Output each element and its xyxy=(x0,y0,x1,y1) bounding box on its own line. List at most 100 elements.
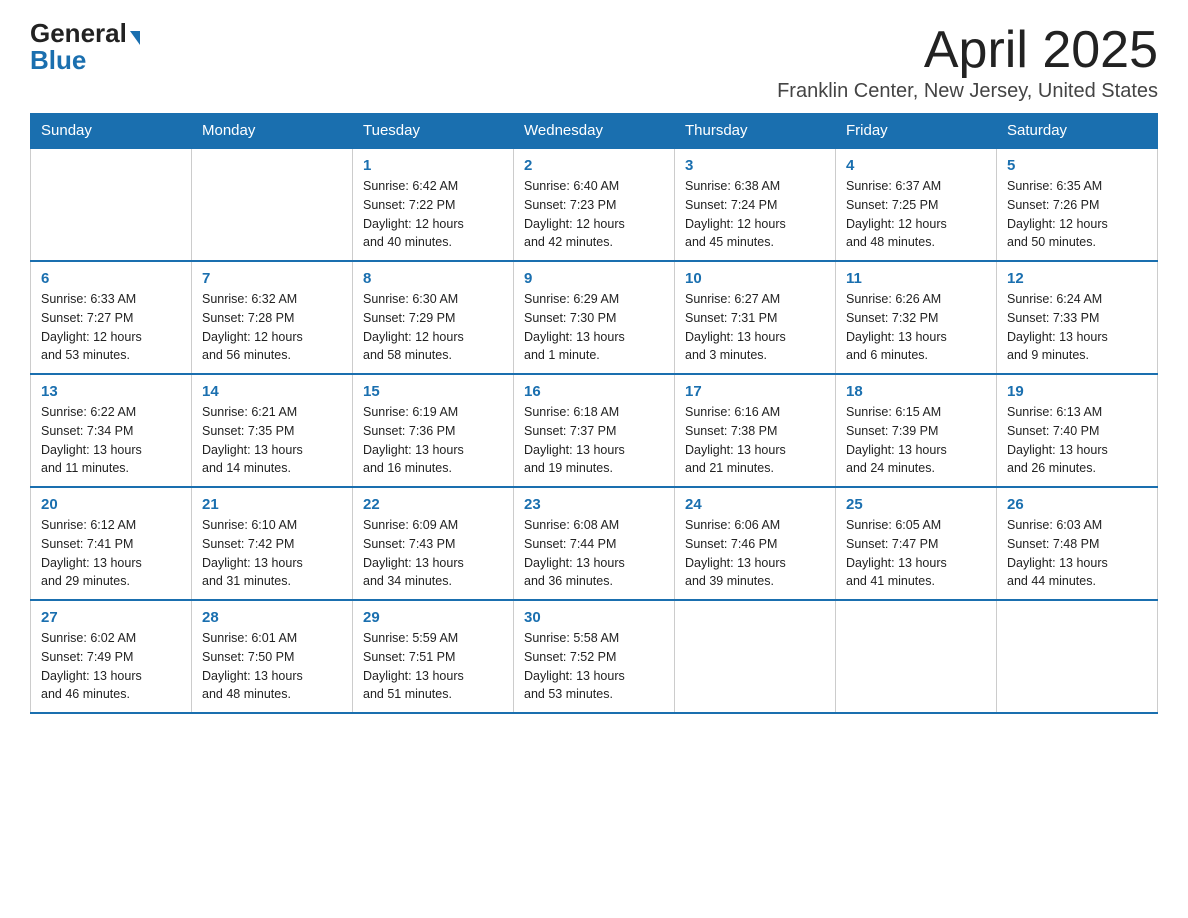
day-number: 21 xyxy=(202,496,342,513)
day-number: 8 xyxy=(363,270,503,287)
day-info: Sunrise: 6:01 AM Sunset: 7:50 PM Dayligh… xyxy=(202,629,342,704)
day-info: Sunrise: 6:38 AM Sunset: 7:24 PM Dayligh… xyxy=(685,177,825,252)
day-number: 13 xyxy=(41,383,181,400)
day-info: Sunrise: 6:30 AM Sunset: 7:29 PM Dayligh… xyxy=(363,290,503,365)
day-number: 9 xyxy=(524,270,664,287)
day-number: 26 xyxy=(1007,496,1147,513)
day-info: Sunrise: 6:08 AM Sunset: 7:44 PM Dayligh… xyxy=(524,516,664,591)
calendar-header-tuesday: Tuesday xyxy=(353,114,514,149)
logo-blue: Blue xyxy=(30,47,86,73)
day-number: 17 xyxy=(685,383,825,400)
calendar-cell: 23 Sunrise: 6:08 AM Sunset: 7:44 PM Dayli… xyxy=(514,487,675,600)
calendar-cell xyxy=(192,148,353,261)
calendar-cell: 27 Sunrise: 6:02 AM Sunset: 7:49 PM Dayli… xyxy=(31,600,192,713)
day-number: 6 xyxy=(41,270,181,287)
calendar-header-sunday: Sunday xyxy=(31,114,192,149)
day-number: 16 xyxy=(524,383,664,400)
calendar-week-2: 6 Sunrise: 6:33 AM Sunset: 7:27 PM Daylig… xyxy=(31,261,1158,374)
calendar-cell: 6 Sunrise: 6:33 AM Sunset: 7:27 PM Daylig… xyxy=(31,261,192,374)
day-info: Sunrise: 5:58 AM Sunset: 7:52 PM Dayligh… xyxy=(524,629,664,704)
calendar-header-wednesday: Wednesday xyxy=(514,114,675,149)
day-info: Sunrise: 5:59 AM Sunset: 7:51 PM Dayligh… xyxy=(363,629,503,704)
calendar-week-1: 1 Sunrise: 6:42 AM Sunset: 7:22 PM Daylig… xyxy=(31,148,1158,261)
day-number: 23 xyxy=(524,496,664,513)
day-number: 28 xyxy=(202,609,342,626)
day-number: 30 xyxy=(524,609,664,626)
day-number: 2 xyxy=(524,157,664,174)
day-info: Sunrise: 6:29 AM Sunset: 7:30 PM Dayligh… xyxy=(524,290,664,365)
calendar-cell: 19 Sunrise: 6:13 AM Sunset: 7:40 PM Dayli… xyxy=(997,374,1158,487)
day-number: 24 xyxy=(685,496,825,513)
calendar-header-saturday: Saturday xyxy=(997,114,1158,149)
calendar-cell: 26Sunrise: 6:03 AM Sunset: 7:48 PM Dayli… xyxy=(997,487,1158,600)
day-number: 25 xyxy=(846,496,986,513)
calendar-cell: 2 Sunrise: 6:40 AM Sunset: 7:23 PM Daylig… xyxy=(514,148,675,261)
day-info: Sunrise: 6:13 AM Sunset: 7:40 PM Dayligh… xyxy=(1007,403,1147,478)
day-info: Sunrise: 6:26 AM Sunset: 7:32 PM Dayligh… xyxy=(846,290,986,365)
page-header: General Blue April 2025 Franklin Center,… xyxy=(30,20,1158,103)
day-info: Sunrise: 6:35 AM Sunset: 7:26 PM Dayligh… xyxy=(1007,177,1147,252)
calendar-cell: 14Sunrise: 6:21 AM Sunset: 7:35 PM Dayli… xyxy=(192,374,353,487)
day-info: Sunrise: 6:33 AM Sunset: 7:27 PM Dayligh… xyxy=(41,290,181,365)
calendar-cell: 29 Sunrise: 5:59 AM Sunset: 7:51 PM Dayli… xyxy=(353,600,514,713)
calendar-cell: 13Sunrise: 6:22 AM Sunset: 7:34 PM Dayli… xyxy=(31,374,192,487)
day-number: 4 xyxy=(846,157,986,174)
calendar-header-row: SundayMondayTuesdayWednesdayThursdayFrid… xyxy=(31,114,1158,149)
day-info: Sunrise: 6:37 AM Sunset: 7:25 PM Dayligh… xyxy=(846,177,986,252)
calendar-cell: 17 Sunrise: 6:16 AM Sunset: 7:38 PM Dayli… xyxy=(675,374,836,487)
day-info: Sunrise: 6:32 AM Sunset: 7:28 PM Dayligh… xyxy=(202,290,342,365)
day-info: Sunrise: 6:42 AM Sunset: 7:22 PM Dayligh… xyxy=(363,177,503,252)
logo-triangle-icon xyxy=(130,31,140,45)
calendar-week-5: 27 Sunrise: 6:02 AM Sunset: 7:49 PM Dayli… xyxy=(31,600,1158,713)
day-number: 27 xyxy=(41,609,181,626)
calendar-cell: 21 Sunrise: 6:10 AM Sunset: 7:42 PM Dayli… xyxy=(192,487,353,600)
day-number: 1 xyxy=(363,157,503,174)
calendar-cell: 30 Sunrise: 5:58 AM Sunset: 7:52 PM Dayli… xyxy=(514,600,675,713)
day-number: 7 xyxy=(202,270,342,287)
day-info: Sunrise: 6:06 AM Sunset: 7:46 PM Dayligh… xyxy=(685,516,825,591)
calendar-cell: 9 Sunrise: 6:29 AM Sunset: 7:30 PM Daylig… xyxy=(514,261,675,374)
day-number: 29 xyxy=(363,609,503,626)
day-info: Sunrise: 6:05 AM Sunset: 7:47 PM Dayligh… xyxy=(846,516,986,591)
calendar-cell: 12 Sunrise: 6:24 AM Sunset: 7:33 PM Dayli… xyxy=(997,261,1158,374)
day-number: 19 xyxy=(1007,383,1147,400)
calendar-cell: 25 Sunrise: 6:05 AM Sunset: 7:47 PM Dayli… xyxy=(836,487,997,600)
location-title: Franklin Center, New Jersey, United Stat… xyxy=(777,80,1158,103)
day-info: Sunrise: 6:24 AM Sunset: 7:33 PM Dayligh… xyxy=(1007,290,1147,365)
logo: General Blue xyxy=(30,20,140,73)
calendar-cell: 28 Sunrise: 6:01 AM Sunset: 7:50 PM Dayli… xyxy=(192,600,353,713)
month-title: April 2025 xyxy=(777,20,1158,80)
day-info: Sunrise: 6:10 AM Sunset: 7:42 PM Dayligh… xyxy=(202,516,342,591)
calendar-cell xyxy=(31,148,192,261)
calendar-cell: 20Sunrise: 6:12 AM Sunset: 7:41 PM Dayli… xyxy=(31,487,192,600)
logo-text: General xyxy=(30,20,140,47)
day-info: Sunrise: 6:09 AM Sunset: 7:43 PM Dayligh… xyxy=(363,516,503,591)
calendar-cell: 3Sunrise: 6:38 AM Sunset: 7:24 PM Daylig… xyxy=(675,148,836,261)
day-info: Sunrise: 6:02 AM Sunset: 7:49 PM Dayligh… xyxy=(41,629,181,704)
calendar-cell: 15Sunrise: 6:19 AM Sunset: 7:36 PM Dayli… xyxy=(353,374,514,487)
day-number: 5 xyxy=(1007,157,1147,174)
day-number: 15 xyxy=(363,383,503,400)
calendar-cell: 8 Sunrise: 6:30 AM Sunset: 7:29 PM Daylig… xyxy=(353,261,514,374)
calendar-header-monday: Monday xyxy=(192,114,353,149)
calendar-cell: 1 Sunrise: 6:42 AM Sunset: 7:22 PM Daylig… xyxy=(353,148,514,261)
day-info: Sunrise: 6:40 AM Sunset: 7:23 PM Dayligh… xyxy=(524,177,664,252)
calendar-cell: 24 Sunrise: 6:06 AM Sunset: 7:46 PM Dayli… xyxy=(675,487,836,600)
day-number: 12 xyxy=(1007,270,1147,287)
day-info: Sunrise: 6:16 AM Sunset: 7:38 PM Dayligh… xyxy=(685,403,825,478)
calendar-cell: 4 Sunrise: 6:37 AM Sunset: 7:25 PM Daylig… xyxy=(836,148,997,261)
calendar-cell xyxy=(836,600,997,713)
calendar-header-thursday: Thursday xyxy=(675,114,836,149)
day-info: Sunrise: 6:21 AM Sunset: 7:35 PM Dayligh… xyxy=(202,403,342,478)
title-section: April 2025 Franklin Center, New Jersey, … xyxy=(777,20,1158,103)
calendar-table: SundayMondayTuesdayWednesdayThursdayFrid… xyxy=(30,113,1158,714)
calendar-week-4: 20Sunrise: 6:12 AM Sunset: 7:41 PM Dayli… xyxy=(31,487,1158,600)
calendar-cell xyxy=(675,600,836,713)
day-info: Sunrise: 6:12 AM Sunset: 7:41 PM Dayligh… xyxy=(41,516,181,591)
calendar-cell xyxy=(997,600,1158,713)
day-number: 18 xyxy=(846,383,986,400)
calendar-week-3: 13Sunrise: 6:22 AM Sunset: 7:34 PM Dayli… xyxy=(31,374,1158,487)
day-info: Sunrise: 6:27 AM Sunset: 7:31 PM Dayligh… xyxy=(685,290,825,365)
calendar-cell: 11Sunrise: 6:26 AM Sunset: 7:32 PM Dayli… xyxy=(836,261,997,374)
calendar-cell: 7 Sunrise: 6:32 AM Sunset: 7:28 PM Daylig… xyxy=(192,261,353,374)
